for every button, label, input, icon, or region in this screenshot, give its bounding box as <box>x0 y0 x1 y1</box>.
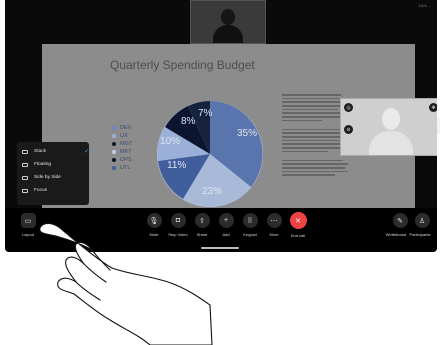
checkmark-icon: ✓ <box>84 149 90 155</box>
slide-text-block <box>282 94 348 178</box>
participants-button[interactable]: ♙ Participants <box>409 213 435 237</box>
layout-option-floating[interactable]: Floating <box>17 158 89 171</box>
call-control-bar: ▭ Layout 🎙 Mute ◘ Stop Video ⇧ Share + A… <box>5 208 437 252</box>
self-view-camera-off-icon[interactable]: ⊘ <box>344 125 353 134</box>
more-icon: ⋯ <box>266 213 282 228</box>
legend-item: MGT <box>112 140 132 148</box>
stop-video-label: Stop Video <box>168 232 188 237</box>
legend-item: MKT <box>112 148 132 156</box>
remote-participant-video[interactable] <box>190 0 266 44</box>
status-time: 14:5 ... <box>418 3 431 8</box>
legend-item: UTL <box>112 164 132 172</box>
pie-label: 7% <box>198 108 213 119</box>
self-view-body <box>369 131 413 155</box>
layout-option-side-by-side[interactable]: Side by Side <box>17 171 89 184</box>
end-call-button[interactable]: ✕ End call <box>285 212 311 238</box>
floating-layout-icon <box>22 162 28 167</box>
legend-dot <box>112 142 116 146</box>
add-label: Add <box>222 232 230 237</box>
pie-label: 10% <box>160 136 181 147</box>
legend-dot <box>112 134 116 138</box>
layout-label: Layout <box>21 232 34 237</box>
mute-button[interactable]: 🎙 Mute <box>141 213 167 237</box>
slide-title: Quarterly Spending Budget <box>110 58 255 72</box>
self-view-video[interactable]: ◎ ⊘ ✥ <box>340 98 437 156</box>
share-button[interactable]: ⇧ Share <box>189 213 215 237</box>
self-view-move-icon[interactable]: ✥ <box>429 103 437 112</box>
remote-participant-head <box>221 9 235 25</box>
layout-option-label: Focus <box>34 188 48 193</box>
device-screen: 14:5 ... Quarterly Spending Budget DEV U… <box>5 0 437 252</box>
pen-icon: ✎ <box>392 213 408 228</box>
legend-dot <box>112 126 116 130</box>
keypad-button[interactable]: ⠿ Keypad <box>237 213 263 237</box>
mute-label: Mute <box>149 232 159 237</box>
self-view-head <box>382 108 400 130</box>
legend-label: MKT <box>120 149 132 155</box>
legend-label: DEV <box>120 125 132 131</box>
share-icon: ⇧ <box>194 213 210 228</box>
participants-label: Participants <box>409 232 431 237</box>
layout-option-stack[interactable]: Stack ✓ <box>17 145 89 158</box>
pie-legend: DEV UX MGT MKT OPS UTL <box>112 124 132 172</box>
layout-menu: Stack ✓ Floating Side by Side Focus <box>17 142 89 205</box>
pie-label: 23% <box>202 186 223 197</box>
legend-label: OPS <box>120 157 132 163</box>
side-panel-handle[interactable] <box>437 118 440 134</box>
add-button[interactable]: + Add <box>213 213 239 237</box>
layout-option-label: Stack <box>34 149 46 154</box>
legend-dot <box>112 150 116 154</box>
legend-label: UX <box>120 133 128 139</box>
pie-label: 11% <box>167 160 187 171</box>
focus-layout-icon <box>22 188 28 193</box>
legend-item: UX <box>112 132 132 140</box>
plus-icon: + <box>218 213 234 228</box>
end-call-label: End call <box>290 233 306 238</box>
side-by-side-layout-icon <box>22 175 28 180</box>
people-icon: ♙ <box>414 213 430 228</box>
share-label: Share <box>196 232 208 237</box>
stack-layout-icon <box>22 149 28 154</box>
video-camera-icon: ◘ <box>170 213 186 228</box>
legend-dot <box>112 158 116 162</box>
keypad-icon: ⠿ <box>242 213 258 228</box>
more-button[interactable]: ⋯ More <box>261 213 287 237</box>
legend-item: DEV <box>112 124 132 132</box>
pie-label: 35% <box>237 128 258 139</box>
layout-button[interactable]: ▭ Layout <box>15 213 41 237</box>
microphone-icon: 🎙 <box>146 213 162 228</box>
more-label: More <box>269 232 279 237</box>
layout-option-focus[interactable]: Focus <box>17 184 89 197</box>
legend-item: OPS <box>112 156 132 164</box>
home-indicator <box>201 247 239 249</box>
layout-option-label: Side by Side <box>34 175 61 180</box>
layout-option-label: Floating <box>34 162 52 167</box>
stop-video-button[interactable]: ◘ Stop Video <box>165 213 191 237</box>
legend-label: MGT <box>120 141 133 147</box>
keypad-label: Keypad <box>243 232 257 237</box>
self-view-swap-icon[interactable]: ◎ <box>344 103 353 112</box>
legend-label: UTL <box>120 165 131 171</box>
layout-icon: ▭ <box>20 213 36 228</box>
remote-participant-body <box>213 25 243 43</box>
pie-label: 8% <box>181 116 196 127</box>
legend-dot <box>112 166 116 170</box>
close-icon: ✕ <box>289 212 307 229</box>
